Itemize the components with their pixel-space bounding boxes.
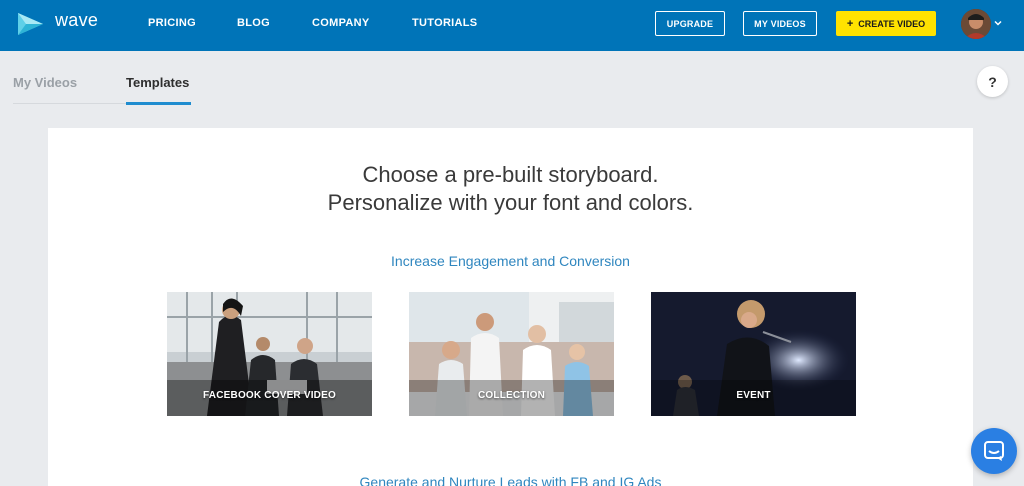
section-title-engagement[interactable]: Increase Engagement and Conversion	[48, 253, 973, 269]
chat-launcher-button[interactable]	[971, 428, 1017, 474]
template-label-facebook-cover-video: FACEBOOK COVER VIDEO	[203, 390, 336, 401]
create-video-button[interactable]: + CREATE VIDEO	[836, 11, 936, 36]
template-label-event: EVENT	[736, 390, 771, 401]
brand-name[interactable]: wave	[55, 10, 98, 31]
nav-company[interactable]: COMPANY	[312, 17, 370, 29]
section-title-leads[interactable]: Generate and Nurture Leads with FB and I…	[48, 474, 973, 486]
chevron-down-icon[interactable]	[993, 18, 1003, 28]
nav-pricing[interactable]: PRICING	[148, 17, 196, 29]
help-icon: ?	[988, 73, 997, 90]
create-video-label: CREATE VIDEO	[858, 18, 926, 29]
help-button[interactable]: ?	[977, 66, 1008, 97]
templates-panel: Choose a pre-built storyboard. Personali…	[48, 128, 973, 486]
page-headline-line2: Personalize with your font and colors.	[327, 190, 694, 215]
tab-templates[interactable]: Templates	[126, 75, 189, 90]
chat-icon	[984, 441, 1004, 461]
upgrade-button[interactable]: UPGRADE	[655, 11, 725, 36]
active-tab-indicator	[126, 102, 191, 105]
template-tile-facebook-cover-video[interactable]: FACEBOOK COVER VIDEO	[167, 292, 372, 416]
top-navigation-bar: wave PRICING BLOG COMPANY TUTORIALS UPGR…	[0, 0, 1024, 51]
page-headline-line1: Choose a pre-built storyboard.	[362, 162, 659, 187]
template-tile-event[interactable]: EVENT	[651, 292, 856, 416]
my-videos-button[interactable]: MY VIDEOS	[743, 11, 817, 36]
avatar[interactable]	[961, 9, 991, 39]
wave-logo-icon[interactable]	[16, 9, 46, 39]
tab-my-videos[interactable]: My Videos	[13, 75, 77, 90]
template-tile-collection[interactable]: COLLECTION	[409, 292, 614, 416]
template-label-collection: COLLECTION	[478, 390, 545, 401]
plus-icon: +	[846, 17, 854, 30]
nav-blog[interactable]: BLOG	[237, 17, 270, 29]
nav-tutorials[interactable]: TUTORIALS	[412, 17, 477, 29]
